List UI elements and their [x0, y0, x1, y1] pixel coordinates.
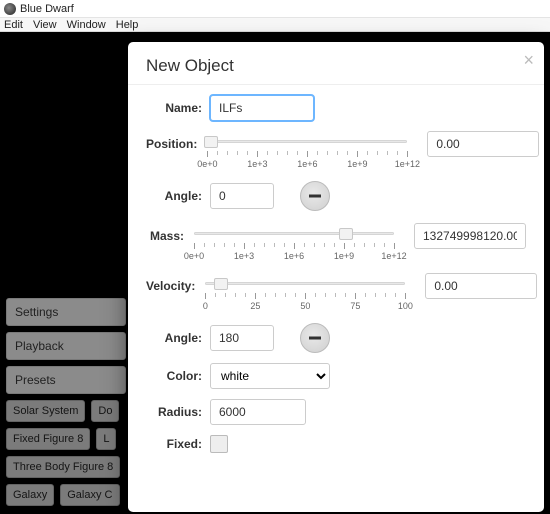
window-titlebar: Blue Dwarf — [0, 0, 550, 18]
velocity-slider-thumb[interactable] — [214, 278, 228, 290]
scale-tick-label: 100 — [398, 301, 413, 311]
window-title: Blue Dwarf — [20, 3, 74, 15]
scale-tick-label: 0 — [203, 301, 208, 311]
scale-tick-label: 1e+9 — [347, 159, 367, 169]
scale-tick-label: 1e+3 — [247, 159, 267, 169]
scale-tick-label: 0e+0 — [197, 159, 217, 169]
position-value[interactable] — [427, 131, 539, 157]
label-mass: Mass: — [146, 223, 192, 243]
scale-tick-label: 75 — [350, 301, 360, 311]
name-input[interactable] — [210, 95, 314, 121]
label-color: Color: — [146, 369, 210, 383]
mass-slider-thumb[interactable] — [339, 228, 353, 240]
modal-header: New Object × — [128, 42, 544, 85]
radius-input[interactable] — [210, 399, 306, 425]
position-slider-thumb[interactable] — [204, 136, 218, 148]
angle2-input[interactable] — [210, 325, 274, 351]
angle1-dial[interactable] — [300, 181, 330, 211]
scale-tick-label: 50 — [300, 301, 310, 311]
scale-tick-label: 1e+12 — [381, 251, 406, 261]
scale-tick-label: 1e+12 — [395, 159, 420, 169]
menubar: Edit View Window Help — [0, 18, 550, 32]
label-fixed: Fixed: — [146, 437, 210, 451]
scale-tick-label: 1e+6 — [297, 159, 317, 169]
modal-title: New Object — [146, 56, 526, 76]
scale-tick-label: 1e+9 — [334, 251, 354, 261]
close-icon[interactable]: × — [523, 50, 534, 71]
modal-body: Name: Position: 0e+0 1e+3 1e+6 1e+9 1e+12 — [128, 85, 544, 453]
scale-tick-label: 1e+6 — [284, 251, 304, 261]
label-name: Name: — [146, 101, 210, 115]
fixed-checkbox[interactable] — [210, 435, 228, 453]
color-select[interactable]: white — [210, 363, 330, 389]
scale-tick-label: 25 — [250, 301, 260, 311]
scale-tick-label: 1e+3 — [234, 251, 254, 261]
label-angle2: Angle: — [146, 331, 210, 345]
new-object-modal: New Object × Name: Position: 0e+0 1e+3 1e+… — [128, 42, 544, 512]
position-slider[interactable] — [207, 135, 407, 149]
mass-slider[interactable] — [194, 227, 394, 241]
app-icon — [4, 3, 16, 15]
mass-value[interactable] — [414, 223, 526, 249]
label-angle1: Angle: — [146, 189, 210, 203]
menu-help[interactable]: Help — [116, 19, 139, 31]
angle1-input[interactable] — [210, 183, 274, 209]
angle2-dial[interactable] — [300, 323, 330, 353]
menu-edit[interactable]: Edit — [4, 19, 23, 31]
label-radius: Radius: — [146, 405, 210, 419]
scale-tick-label: 0e+0 — [184, 251, 204, 261]
label-velocity: Velocity: — [146, 273, 203, 293]
label-position: Position: — [146, 131, 205, 151]
velocity-value[interactable] — [425, 273, 537, 299]
menu-view[interactable]: View — [33, 19, 57, 31]
menu-window[interactable]: Window — [67, 19, 106, 31]
velocity-slider[interactable] — [205, 277, 405, 291]
app-canvas: Settings Playback Presets Solar System D… — [0, 32, 550, 514]
